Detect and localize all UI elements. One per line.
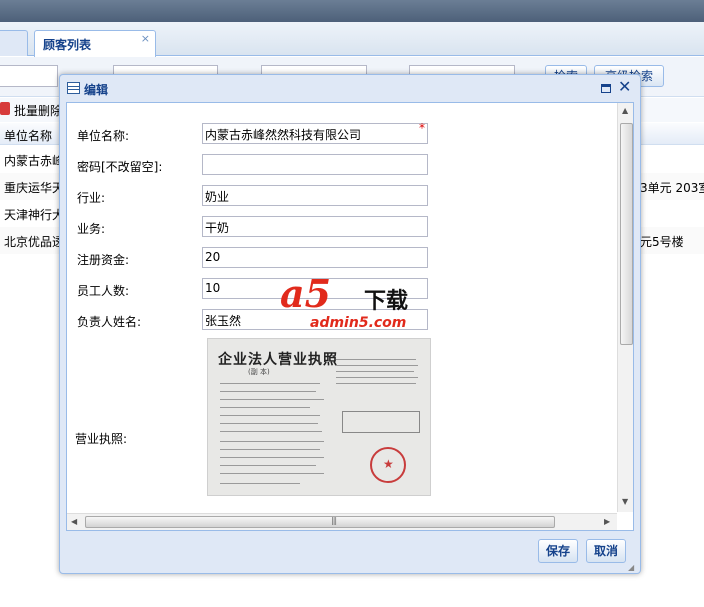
field-label: 单位名称: — [77, 129, 130, 143]
batch-delete-button[interactable]: 批量删除 — [14, 102, 62, 119]
field-registered-capital: 注册资金: 20 — [67, 247, 617, 271]
form-icon — [67, 82, 80, 94]
field-label: 负责人姓名: — [77, 315, 142, 329]
tab-strip: 顾客列表 × — [0, 22, 704, 57]
dialog-header[interactable]: 编辑 ✕ — [60, 75, 640, 102]
tab-close-icon[interactable]: × — [141, 32, 150, 45]
scroll-thumb[interactable]: ||| — [85, 516, 555, 528]
top-banner — [0, 0, 704, 22]
cell-address: 元5号楼 — [640, 235, 684, 249]
field-business: 业务: 干奶 — [67, 216, 617, 240]
watermark-text: 下载 — [364, 289, 409, 314]
watermark-url: admin5.com — [310, 315, 407, 331]
field-password: 密码[不改留空]: — [67, 154, 617, 178]
column-header-name[interactable]: 单位名称 — [4, 127, 52, 144]
save-button[interactable]: 保存 — [538, 539, 578, 563]
license-notes — [336, 353, 422, 403]
field-label: 注册资金: — [77, 253, 130, 267]
cell-address: 3单元 203室 — [640, 181, 704, 195]
business-input[interactable]: 干奶 — [202, 216, 428, 237]
scroll-left-icon[interactable]: ◀ — [71, 517, 77, 526]
a5-logo: a5 — [280, 271, 332, 316]
scroll-down-icon[interactable]: ▼ — [622, 497, 628, 506]
delete-icon — [0, 102, 10, 115]
search-field-1[interactable] — [0, 65, 58, 87]
cell-name: 北京优品透 — [4, 235, 65, 249]
tab-previous[interactable] — [0, 30, 28, 56]
business-license-image[interactable]: 企业法人营业执照 (副 本) ★ — [207, 338, 431, 496]
resize-grip-icon[interactable]: ◢ — [628, 563, 634, 572]
horizontal-scrollbar[interactable]: ◀ ||| ▶ — [67, 513, 617, 530]
company-name-input[interactable]: 内蒙古赤峰然然科技有限公司 — [202, 123, 428, 144]
industry-input[interactable]: 奶业 — [202, 185, 428, 206]
license-image-subtitle: (副 本) — [248, 368, 270, 376]
cell-name: 重庆运华天 — [4, 181, 65, 195]
field-label: 密码[不改留空]: — [77, 160, 163, 174]
scroll-up-icon[interactable]: ▲ — [622, 106, 628, 115]
license-boxes — [342, 411, 420, 433]
cell-name: 天津神行大 — [4, 208, 65, 222]
registered-capital-input[interactable]: 20 — [202, 247, 428, 268]
cell-name: 内蒙古赤峰 — [4, 154, 65, 168]
scroll-right-icon[interactable]: ▶ — [604, 517, 610, 526]
official-seal: ★ — [370, 447, 406, 483]
maximize-icon[interactable] — [601, 84, 611, 93]
scroll-thumb[interactable] — [620, 123, 633, 345]
field-label: 员工人数: — [77, 284, 130, 298]
dialog-title: 编辑 — [84, 83, 109, 97]
license-image-title: 企业法人营业执照 — [218, 352, 338, 368]
field-label: 业务: — [77, 222, 106, 236]
field-industry: 行业: 奶业 — [67, 185, 617, 209]
tab-customer-list[interactable]: 顾客列表 × — [34, 30, 156, 57]
required-marker: * — [419, 121, 425, 135]
a5-watermark: a5 下载 admin5.com — [278, 271, 428, 333]
field-company-name: 单位名称: 内蒙古赤峰然然科技有限公司 * — [67, 121, 617, 147]
tab-label: 顾客列表 — [43, 38, 92, 52]
password-input[interactable] — [202, 154, 428, 175]
license-label: 营业执照: — [75, 432, 128, 446]
close-icon[interactable]: ✕ — [618, 77, 631, 96]
field-label: 行业: — [77, 191, 106, 205]
vertical-scrollbar[interactable]: ▲ ▼ — [617, 103, 633, 512]
cancel-button[interactable]: 取消 — [586, 539, 626, 563]
